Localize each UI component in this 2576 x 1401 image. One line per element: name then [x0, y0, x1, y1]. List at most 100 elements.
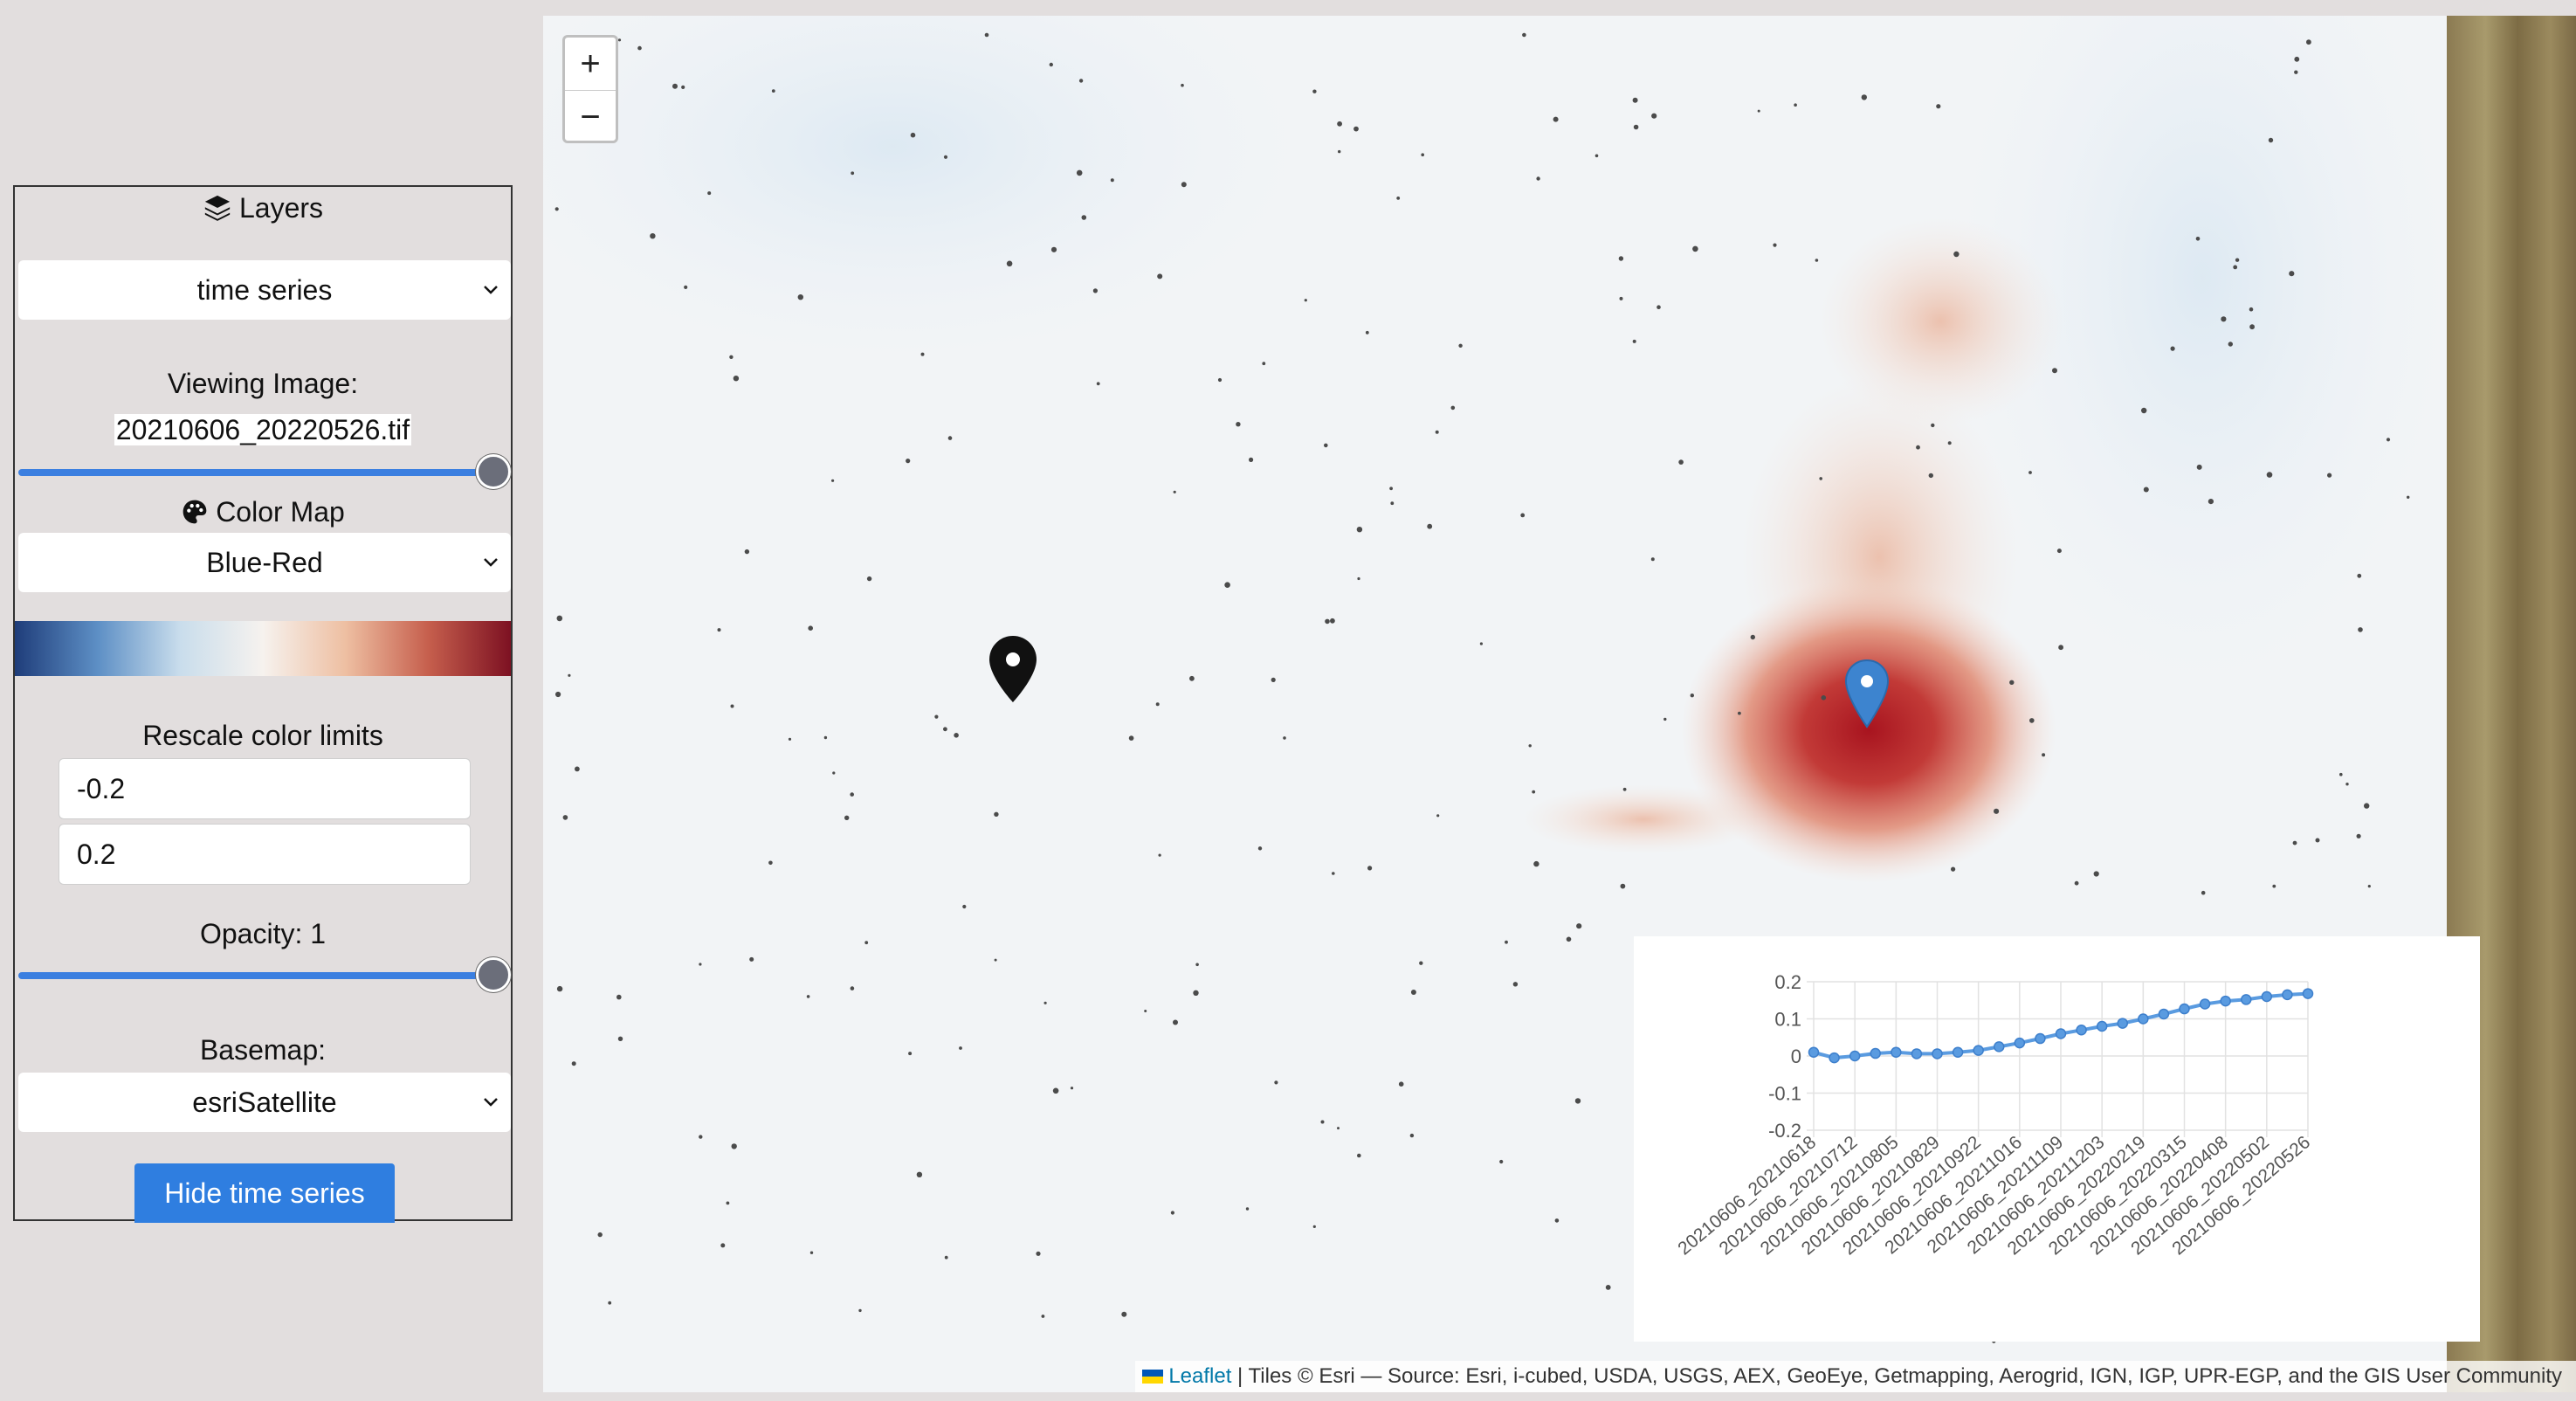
- map-speckle: [1193, 990, 1199, 997]
- map-speckle: [1320, 1120, 1325, 1124]
- map-speckle: [1750, 634, 1756, 640]
- time-series-chart: 0.2 0.1 0 -0.1 -0.2 20210606_20210618 20210606…: [1634, 936, 2480, 1342]
- map-speckle: [1338, 149, 1341, 154]
- map-speckle: [1520, 513, 1526, 518]
- chart-data-point: [1952, 1046, 1964, 1058]
- map-speckle: [1650, 557, 1655, 562]
- map-speckle: [1356, 527, 1363, 533]
- map-speckle: [733, 376, 740, 382]
- map-speckle: [809, 1251, 814, 1254]
- chart-y-tick-label: 0.1: [1774, 1009, 1801, 1031]
- chart-data-point: [2096, 1020, 2108, 1032]
- chart-data-point: [2302, 988, 2314, 999]
- zoom-out-button[interactable]: −: [565, 91, 616, 143]
- map-speckle: [2327, 473, 2332, 478]
- rescale-max-input[interactable]: 0.2: [59, 824, 471, 885]
- map-speckle: [1605, 1285, 1611, 1290]
- map-speckle: [994, 958, 997, 962]
- map-speckle: [1595, 154, 1599, 158]
- map-speckle: [1049, 62, 1053, 67]
- chart-y-tick-label: -0.1: [1768, 1083, 1801, 1105]
- map-speckle: [1332, 872, 1335, 875]
- map-speckle: [699, 1135, 703, 1139]
- leaflet-link[interactable]: Leaflet: [1168, 1364, 1231, 1389]
- map-speckle: [749, 956, 754, 962]
- map-speckle: [1052, 1087, 1059, 1094]
- map-speckle: [1622, 787, 1627, 791]
- map-speckle: [717, 628, 721, 632]
- map-speckle: [1357, 1153, 1361, 1158]
- map-speckle: [1409, 1133, 1415, 1138]
- map-speckle: [2233, 265, 2238, 270]
- map-speckle: [1128, 735, 1134, 741]
- chart-data-point: [1973, 1045, 1984, 1056]
- map-speckle: [1450, 405, 1456, 411]
- hide-time-series-button[interactable]: Hide time series: [134, 1163, 395, 1223]
- basemap-label: Basemap:: [199, 1034, 327, 1066]
- map-speckle: [954, 733, 959, 738]
- chevron-down-icon: [484, 558, 498, 567]
- map-speckle: [2272, 884, 2276, 888]
- map-speckle: [1283, 736, 1286, 740]
- opacity-slider-thumb[interactable]: [476, 957, 511, 992]
- map-speckle: [1663, 717, 1667, 721]
- map-speckle: [808, 625, 813, 631]
- map-speckle: [1528, 744, 1532, 748]
- colormap-select[interactable]: Blue-Red: [18, 533, 511, 592]
- map-speckle: [1070, 1087, 1074, 1090]
- rescale-min-input[interactable]: -0.2: [59, 758, 471, 819]
- basemap-select[interactable]: esriSatellite: [18, 1073, 511, 1132]
- chart-data-point: [1870, 1047, 1881, 1059]
- map-speckle: [1353, 126, 1359, 132]
- map-speckle: [910, 132, 916, 138]
- map-speckle: [1651, 113, 1657, 119]
- palette-icon: [183, 500, 207, 524]
- map-speckle: [1421, 153, 1424, 156]
- map-speckle: [1155, 702, 1160, 707]
- chart-data-point: [1932, 1048, 1943, 1059]
- map-speckle: [1574, 1098, 1581, 1104]
- map-speckle: [1536, 176, 1540, 181]
- map-speckle: [707, 191, 712, 196]
- map-speckle: [1173, 490, 1176, 493]
- map-speckle: [1435, 430, 1439, 434]
- map-speckle: [2093, 871, 2099, 877]
- layer-select[interactable]: time series: [18, 260, 511, 320]
- map-speckle: [617, 38, 622, 42]
- map-speckle: [1554, 1218, 1560, 1223]
- map-speckle: [858, 1308, 862, 1313]
- map-speckle: [1312, 89, 1317, 93]
- map-speckle: [1928, 473, 1933, 479]
- zoom-in-button[interactable]: +: [565, 38, 616, 91]
- map-speckle: [1947, 441, 1952, 445]
- map-speckle: [1678, 459, 1684, 465]
- map-speckle: [1410, 990, 1416, 995]
- opacity-slider[interactable]: [18, 957, 511, 992]
- map-speckle: [994, 811, 999, 817]
- map-speckle: [2294, 70, 2298, 74]
- map-speckle: [1325, 618, 1330, 625]
- map-speckle: [2028, 471, 2032, 474]
- image-slider-thumb[interactable]: [476, 454, 511, 489]
- map-speckle: [730, 704, 734, 708]
- map-speckle: [1236, 422, 1241, 427]
- map-speckle: [908, 1052, 913, 1056]
- map-speckle: [959, 1046, 962, 1050]
- map-speckle: [831, 479, 835, 482]
- map-speckle: [616, 994, 622, 1000]
- map-speckle: [1157, 273, 1163, 280]
- map-speckle: [1337, 1127, 1340, 1130]
- map-speckle: [806, 995, 810, 998]
- map-view[interactable]: + − 0.2 0.1 0 -0.1 -0.2 20210606_20210618 2021…: [543, 16, 2576, 1392]
- chart-data-point: [2261, 990, 2273, 1003]
- map-speckle: [726, 1201, 730, 1205]
- chart-data-point: [2014, 1037, 2026, 1049]
- map-speckle: [1931, 423, 1935, 428]
- map-speckle: [1618, 256, 1624, 261]
- map-speckle: [1217, 377, 1223, 383]
- map-speckle: [650, 233, 656, 239]
- map-speckle: [1173, 1019, 1178, 1025]
- map-speckle: [2058, 645, 2063, 651]
- map-speckle: [2208, 499, 2214, 505]
- image-slider[interactable]: [18, 454, 511, 489]
